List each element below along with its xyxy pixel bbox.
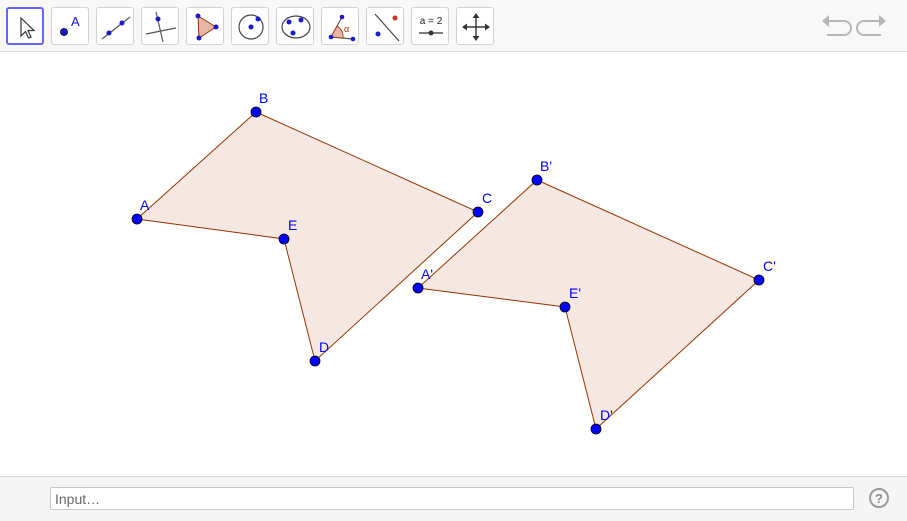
point-B[interactable] <box>250 106 262 118</box>
algebra-input[interactable] <box>50 487 854 510</box>
reflect-icon <box>374 13 400 42</box>
polygon-ABCDE[interactable]: A B C D E <box>131 90 492 367</box>
label-D: D <box>319 339 329 355</box>
undo-icon[interactable] <box>820 12 852 40</box>
point-D-prime[interactable] <box>590 423 602 435</box>
label-C-prime: C' <box>763 258 776 274</box>
point-E[interactable] <box>278 233 290 245</box>
point-D[interactable] <box>309 355 321 367</box>
cursor-arrow-icon <box>20 16 36 39</box>
circle-center-point-tool-button[interactable] <box>231 7 269 45</box>
point-B-prime[interactable] <box>531 174 543 186</box>
perpendicular-line-tool-button[interactable] <box>141 7 179 45</box>
graphics-canvas[interactable]: A B C D E A' B' C' D' E' <box>0 52 907 476</box>
polygon-tool-button[interactable] <box>186 7 224 45</box>
reflect-tool-button[interactable] <box>366 7 404 45</box>
point-tool-button[interactable]: A <box>51 7 89 45</box>
graphics-view[interactable]: A B C D E A' B' C' D' E' <box>0 52 907 476</box>
label-A: A <box>140 197 150 213</box>
redo-icon[interactable] <box>856 12 888 40</box>
point-tool-label: A <box>71 14 80 29</box>
angle-tool-label: α <box>344 24 349 34</box>
line-icon <box>101 16 131 40</box>
label-B-prime: B' <box>540 158 552 174</box>
polygon-icon <box>195 13 219 41</box>
line-tool-button[interactable] <box>96 7 134 45</box>
point-C[interactable] <box>472 206 484 218</box>
angle-icon: α <box>328 14 356 42</box>
conic-tool-button[interactable] <box>276 7 314 45</box>
label-E: E <box>288 217 297 233</box>
input-bar: ? <box>0 476 907 521</box>
point-E-prime[interactable] <box>559 301 571 313</box>
slider-tool-button[interactable]: a = 2 <box>411 7 449 45</box>
ellipse-icon <box>281 15 311 39</box>
label-C: C <box>482 190 492 206</box>
label-A-prime: A' <box>421 266 433 282</box>
move-tool-button[interactable] <box>6 7 44 45</box>
circle-icon <box>238 14 264 40</box>
move-arrows-icon <box>462 13 490 41</box>
point-icon: A <box>60 14 80 36</box>
slider-tool-label: a = 2 <box>420 16 443 27</box>
polygon-A-prime-B-prime-C-prime-D-prime-E-prime[interactable]: A' B' C' D' E' <box>412 158 776 435</box>
point-A-prime[interactable] <box>412 282 424 294</box>
label-B: B <box>259 90 268 106</box>
point-A[interactable] <box>131 213 143 225</box>
slider-icon: a = 2 <box>419 16 443 36</box>
point-C-prime[interactable] <box>753 274 765 286</box>
label-E-prime: E' <box>569 285 581 301</box>
perpendicular-icon <box>145 11 177 43</box>
move-graphics-view-tool-button[interactable] <box>456 7 494 45</box>
angle-tool-button[interactable]: α <box>321 7 359 45</box>
label-D-prime: D' <box>600 407 613 423</box>
help-icon[interactable]: ? <box>869 488 889 508</box>
toolbar: A α a = 2 <box>0 0 907 52</box>
